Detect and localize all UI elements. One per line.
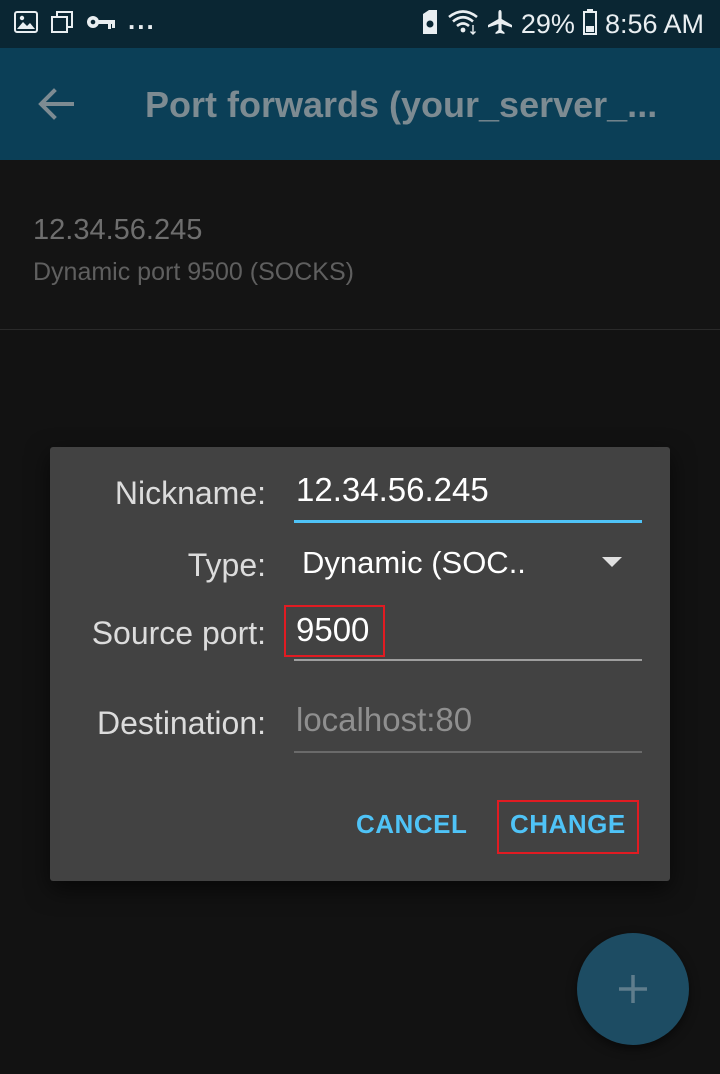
status-left: ... xyxy=(14,5,168,39)
destination-label: Destination: xyxy=(97,705,266,741)
battery-icon xyxy=(582,8,597,40)
clock: 8:56 AM xyxy=(604,8,704,39)
back-button[interactable] xyxy=(32,84,80,124)
plus-icon xyxy=(619,975,647,1003)
edit-port-forward-dialog: Nickname: 12.34.56.245 Type: Dynamic (SO… xyxy=(50,447,670,881)
source-port-field[interactable]: 9500 xyxy=(294,611,642,661)
arrow-back-icon xyxy=(38,88,74,120)
wifi-icon xyxy=(447,9,479,40)
page-title: Port forwards (your_server_... xyxy=(145,84,658,125)
source-port-label: Source port: xyxy=(91,615,266,651)
app-bar: Port forwards (your_server_... xyxy=(0,48,720,160)
battery-percent: 29% xyxy=(520,8,575,39)
port-forward-description: Dynamic port 9500 (SOCKS) xyxy=(33,258,354,286)
nickname-label: Nickname: xyxy=(114,475,266,511)
type-label: Type: xyxy=(187,547,266,583)
more-notifications: ... xyxy=(128,4,156,35)
sim-icon xyxy=(421,9,439,39)
type-select-value: Dynamic (SOC.. xyxy=(302,545,526,580)
destination-field[interactable]: localhost:80 xyxy=(294,701,642,753)
key-icon xyxy=(86,13,116,36)
copy-icon xyxy=(50,10,74,39)
nickname-field[interactable]: 12.34.56.245 xyxy=(294,471,642,523)
cancel-button[interactable]: CANCEL xyxy=(356,809,467,840)
airplane-icon xyxy=(487,9,513,40)
add-port-forward-button[interactable] xyxy=(577,933,689,1045)
status-bar: ... 29% 8:56 AM xyxy=(0,0,720,48)
image-icon xyxy=(14,10,38,38)
list-item[interactable]: 12.34.56.245 Dynamic port 9500 (SOCKS) xyxy=(0,160,720,330)
dropdown-arrow-icon xyxy=(602,557,622,567)
status-right: 29% 8:56 AM xyxy=(413,8,704,40)
change-button[interactable]: CHANGE xyxy=(510,809,626,840)
type-select[interactable]: Dynamic (SOC.. xyxy=(302,545,622,589)
port-forward-nickname: 12.34.56.245 xyxy=(33,214,203,246)
